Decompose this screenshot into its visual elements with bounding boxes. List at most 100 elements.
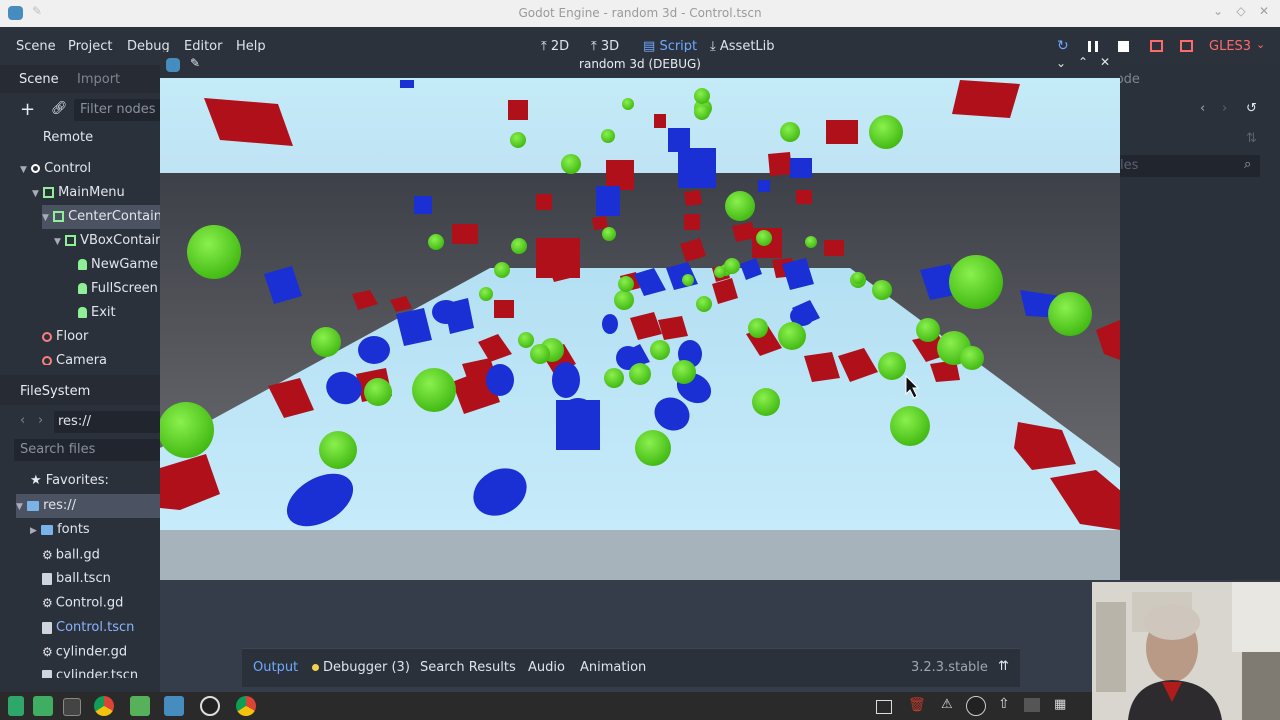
green-ball: [672, 360, 696, 384]
godot-icon[interactable]: [164, 696, 184, 716]
tab-animation[interactable]: Animation: [580, 660, 646, 675]
renderer-label[interactable]: GLES3: [1209, 39, 1251, 54]
camera-node-icon: [42, 355, 52, 365]
close-icon[interactable]: ✕: [1100, 55, 1110, 69]
tree-node-control[interactable]: ▼ Control: [20, 157, 91, 181]
tab-debugger[interactable]: Debugger (3): [312, 660, 410, 675]
green-ball: [752, 388, 780, 416]
link-icon[interactable]: 🔗︎: [51, 101, 68, 116]
forward-arrow-icon[interactable]: ›: [38, 413, 43, 428]
tree-node-centercontainer[interactable]: ▼ CenterContain: [42, 205, 160, 229]
tree-node-newgame[interactable]: NewGame: [78, 253, 158, 277]
green-ball: [872, 280, 892, 300]
menu-scene[interactable]: Scene: [16, 39, 56, 54]
green-ball: [604, 368, 624, 388]
tree-node-camera[interactable]: Camera: [42, 349, 107, 365]
scene-file-icon: [42, 621, 52, 634]
expand-panel-icon[interactable]: ⇈: [998, 659, 1009, 674]
tree-node-floor[interactable]: Floor: [42, 325, 88, 349]
sort-icon[interactable]: ⇅: [1246, 131, 1257, 146]
vboxcontainer-node-icon: [65, 235, 77, 246]
play-custom-scene-icon[interactable]: [1180, 40, 1193, 52]
blue-box: [678, 148, 716, 188]
search-icon[interactable]: ⌕: [1244, 157, 1251, 172]
renderer-dropdown-icon[interactable]: ⌄: [1256, 38, 1265, 51]
green-ball: [778, 322, 806, 350]
minimize-icon[interactable]: ⌄: [1056, 56, 1066, 70]
filter-nodes-input[interactable]: Filter nodes: [74, 99, 160, 121]
minimize-icon[interactable]: ⌄: [1209, 4, 1227, 22]
next-arrow-icon[interactable]: ›: [1222, 101, 1227, 116]
green-ball: [682, 274, 694, 286]
back-arrow-icon[interactable]: ‹: [20, 413, 25, 428]
blue-box: [596, 186, 620, 216]
tab-scene[interactable]: Scene: [19, 72, 59, 87]
prev-arrow-icon[interactable]: ‹: [1200, 101, 1205, 116]
trash-icon[interactable]: 🗑︎: [908, 697, 926, 713]
blue-box: [668, 128, 690, 152]
upload-icon[interactable]: ⇧: [998, 696, 1010, 712]
green-ball: [724, 258, 740, 274]
tab-search-results[interactable]: Search Results: [420, 660, 516, 675]
fs-item-cylinder-gd[interactable]: ⚙ cylinder.gd: [42, 640, 127, 664]
fs-item-ball-gd[interactable]: ⚙ ball.gd: [42, 543, 100, 567]
blue-cylinder: [556, 400, 600, 450]
app-menu-icon[interactable]: [8, 696, 24, 716]
history-icon[interactable]: ↺: [1246, 101, 1257, 116]
terminal-tray-icon[interactable]: [1024, 698, 1040, 712]
fs-item-fonts[interactable]: ▶ fonts: [30, 518, 90, 542]
blue-cylinder: [602, 314, 618, 334]
play-scene-icon[interactable]: [1150, 40, 1163, 52]
files-icon[interactable]: [130, 696, 150, 716]
notification-icon[interactable]: ⚠: [941, 697, 953, 712]
remote-button[interactable]: Remote: [0, 127, 136, 149]
add-node-icon[interactable]: +: [20, 99, 35, 120]
chrome-icon[interactable]: [94, 696, 114, 716]
fs-item-control-tscn[interactable]: Control.tscn: [42, 616, 134, 640]
green-ball: [1048, 292, 1092, 336]
clipboard-icon[interactable]: ▦: [1054, 697, 1066, 712]
green-ball: [494, 262, 510, 278]
restore-icon[interactable]: ◇: [1232, 4, 1250, 22]
path-field[interactable]: res://: [54, 411, 160, 433]
red-box: [606, 160, 634, 190]
favorites-item[interactable]: ★ Favorites:: [30, 469, 109, 493]
tree-node-exit[interactable]: Exit: [78, 301, 116, 325]
tab-output[interactable]: Output: [253, 660, 298, 675]
red-box: [952, 80, 1020, 118]
signal-filter-input[interactable]: les: [1120, 155, 1260, 177]
tab-import[interactable]: Import: [77, 72, 120, 87]
fs-item-control-gd[interactable]: ⚙ Control.gd: [42, 591, 123, 615]
blue-box: [414, 196, 432, 214]
terminal-icon[interactable]: [63, 698, 81, 716]
obs-icon[interactable]: [200, 696, 220, 716]
tree-node-vboxcontainer[interactable]: ▼ VBoxContain: [54, 229, 160, 253]
fs-item-cylinder-tscn[interactable]: cylinder.tscn: [42, 664, 138, 678]
game-window-title: random 3d (DEBUG): [579, 57, 701, 71]
maximize-icon[interactable]: ⌃: [1078, 55, 1088, 69]
desktop-icon[interactable]: [33, 696, 53, 716]
fs-root-item[interactable]: ▼ res://: [16, 494, 160, 518]
green-ball: [602, 227, 616, 241]
spatial-node-icon: [42, 331, 52, 342]
left-dock: Scene Import + 🔗︎ Filter nodes Remote ▼ …: [0, 65, 160, 692]
close-icon[interactable]: ✕: [1255, 4, 1273, 22]
tree-node-fullscreen[interactable]: FullScreen: [78, 277, 158, 301]
chrome-icon[interactable]: [236, 696, 256, 716]
green-ball: [916, 318, 940, 342]
tree-node-mainmenu[interactable]: ▼ MainMenu: [32, 181, 125, 205]
pause-icon[interactable]: [1088, 41, 1098, 52]
blue-cylinder: [486, 364, 514, 396]
red-box: [824, 240, 844, 256]
search-files-input[interactable]: Search files: [14, 439, 160, 461]
window-title: Godot Engine - random 3d - Control.tscn: [518, 6, 762, 20]
obs-tray-icon[interactable]: [966, 696, 986, 716]
stop-icon[interactable]: [1118, 41, 1129, 52]
window-title-bar: ✎ Godot Engine - random 3d - Control.tsc…: [0, 0, 1280, 27]
blue-cylinder: [552, 362, 580, 398]
menu-project[interactable]: Project: [68, 39, 112, 54]
tab-audio[interactable]: Audio: [528, 660, 565, 675]
game-viewport[interactable]: [160, 78, 1120, 580]
window-tray-icon[interactable]: [876, 700, 892, 714]
fs-item-ball-tscn[interactable]: ball.tscn: [42, 567, 111, 591]
